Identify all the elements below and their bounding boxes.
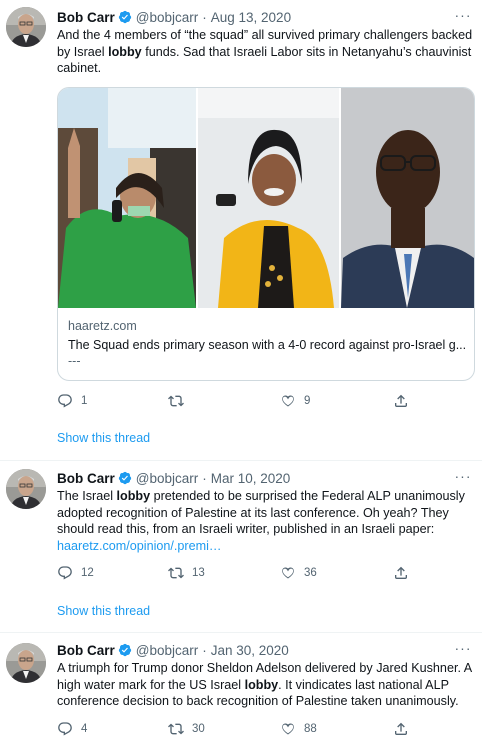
like-count: 88 xyxy=(304,723,317,735)
link-card[interactable]: haaretz.com The Squad ends primary seaso… xyxy=(57,87,475,381)
tweet-text: The Israel lobby pretended to be surpris… xyxy=(57,489,465,553)
retweet-button[interactable]: 13 xyxy=(168,565,205,581)
retweet-button[interactable]: 30 xyxy=(168,721,205,737)
tweet-header: Bob Carr @bobjcarr · Mar 10, 2020 xyxy=(57,469,290,487)
more-icon[interactable]: ··· xyxy=(454,641,472,659)
reply-icon xyxy=(58,566,72,580)
tweet-1[interactable]: Bob Carr @bobjcarr · Aug 13, 2020 ··· An… xyxy=(0,0,482,460)
verified-icon xyxy=(118,643,132,657)
author-handle[interactable]: @bobjcarr xyxy=(136,471,198,486)
tweet-header: Bob Carr @bobjcarr · Jan 30, 2020 xyxy=(57,641,289,659)
share-icon xyxy=(395,394,407,407)
verified-icon xyxy=(118,471,132,485)
tweet-actions: 1 9 xyxy=(57,393,457,413)
tweet-text: And the 4 members of “the squad” all sur… xyxy=(57,28,473,75)
avatar-image xyxy=(6,643,46,683)
verified-icon xyxy=(118,10,132,24)
tweet-actions: 4 30 88 xyxy=(57,721,457,741)
like-button[interactable]: 9 xyxy=(280,393,310,409)
share-icon xyxy=(395,566,407,579)
avatar[interactable] xyxy=(6,643,46,683)
like-count: 9 xyxy=(304,395,311,407)
author-name[interactable]: Bob Carr xyxy=(57,471,115,486)
card-domain: haaretz.com xyxy=(68,319,137,333)
avatar[interactable] xyxy=(6,469,46,509)
tweet-date[interactable]: Jan 30, 2020 xyxy=(211,643,289,658)
retweet-icon xyxy=(168,567,184,579)
separator-dot: · xyxy=(202,9,207,25)
reply-count: 4 xyxy=(81,723,88,735)
separator-dot: · xyxy=(202,470,207,486)
like-icon xyxy=(282,395,294,407)
tweet-actions: 12 13 36 xyxy=(57,565,457,585)
reply-icon xyxy=(58,722,72,736)
tweet-3[interactable]: Bob Carr @bobjcarr · Jan 30, 2020 ··· A … xyxy=(0,633,482,741)
like-icon xyxy=(282,567,294,579)
like-button[interactable]: 88 xyxy=(280,721,317,737)
share-button[interactable] xyxy=(393,393,417,409)
tweet-2[interactable]: Bob Carr @bobjcarr · Mar 10, 2020 ··· Th… xyxy=(0,461,482,631)
reply-button[interactable]: 4 xyxy=(57,721,87,737)
retweet-count: 13 xyxy=(192,567,205,579)
reply-button[interactable]: 1 xyxy=(57,393,87,409)
tweet-text: A triumph for Trump donor Sheldon Adelso… xyxy=(57,661,472,708)
like-count: 36 xyxy=(304,567,317,579)
card-title: The Squad ends primary season with a 4-0… xyxy=(68,338,467,352)
like-icon xyxy=(282,723,294,735)
show-thread-link[interactable]: Show this thread xyxy=(57,431,150,445)
more-icon[interactable]: ··· xyxy=(454,8,472,26)
retweet-button[interactable] xyxy=(168,393,192,409)
reply-icon xyxy=(58,394,72,408)
like-button[interactable]: 36 xyxy=(280,565,317,581)
share-button[interactable] xyxy=(393,721,417,737)
share-icon xyxy=(395,722,407,735)
avatar-image xyxy=(6,7,46,47)
retweet-icon xyxy=(168,395,184,407)
author-handle[interactable]: @bobjcarr xyxy=(136,643,198,658)
author-name[interactable]: Bob Carr xyxy=(57,10,115,25)
card-photo-2 xyxy=(198,88,339,308)
retweet-count: 30 xyxy=(192,723,205,735)
author-handle[interactable]: @bobjcarr xyxy=(136,10,198,25)
tweet-date[interactable]: Mar 10, 2020 xyxy=(211,471,291,486)
tweet-link[interactable]: haaretz.com/opinion/.premi… xyxy=(57,539,222,553)
retweet-icon xyxy=(168,723,184,735)
more-icon[interactable]: ··· xyxy=(454,469,472,487)
share-button[interactable] xyxy=(393,565,417,581)
card-photo-3 xyxy=(341,88,474,308)
author-name[interactable]: Bob Carr xyxy=(57,643,115,658)
reply-count: 12 xyxy=(81,567,94,579)
avatar-image xyxy=(6,469,46,509)
avatar[interactable] xyxy=(6,7,46,47)
card-photo-1 xyxy=(58,88,196,308)
card-ellipsis: --- xyxy=(68,354,81,368)
tweet-date[interactable]: Aug 13, 2020 xyxy=(211,10,291,25)
reply-button[interactable]: 12 xyxy=(57,565,94,581)
show-thread-link[interactable]: Show this thread xyxy=(57,604,150,618)
tweet-header: Bob Carr @bobjcarr · Aug 13, 2020 xyxy=(57,8,291,26)
card-images xyxy=(58,88,474,308)
reply-count: 1 xyxy=(81,395,88,407)
separator-dot: · xyxy=(202,642,207,658)
